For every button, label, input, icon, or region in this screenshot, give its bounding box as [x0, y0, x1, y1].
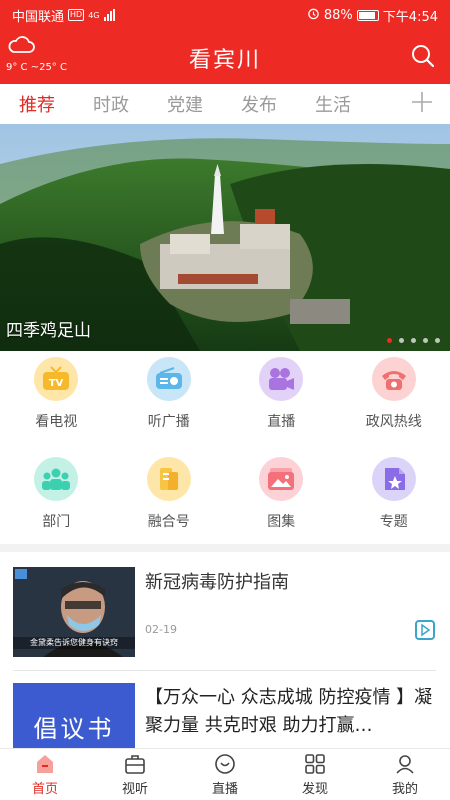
- live-camera-icon: [259, 357, 304, 401]
- tv-icon: TV: [34, 357, 79, 401]
- shortcut-label: 政风热线: [365, 414, 422, 430]
- nav-discover[interactable]: 发现: [270, 749, 360, 800]
- search-button[interactable]: [410, 43, 436, 69]
- discover-grid-icon: [305, 753, 325, 774]
- radio-icon: [146, 357, 191, 401]
- nav-label: 发现: [301, 781, 328, 797]
- nav-label: 直播: [211, 781, 238, 797]
- carousel-dot[interactable]: [423, 338, 428, 343]
- search-icon: [412, 45, 435, 68]
- banner-caption: 四季鸡足山: [6, 321, 91, 341]
- shortcut-media-account[interactable]: 融合号: [113, 451, 226, 541]
- shortcut-department[interactable]: 部门: [0, 451, 113, 541]
- shortcut-label: 看电视: [35, 414, 78, 430]
- news-item[interactable]: 倡议书 【万众一心 众志成城 防控疫情 】凝聚力量 共克时艰 助力打赢…: [0, 680, 450, 750]
- shortcut-live[interactable]: 直播: [225, 351, 338, 451]
- shortcut-label: 图集: [267, 514, 296, 530]
- clock-time: 下午4:54: [382, 9, 438, 25]
- tab-release[interactable]: 发布: [222, 91, 296, 117]
- signal-icon: [103, 9, 115, 21]
- shortcut-grid: TV 看电视 听广播 直播 政风热线 部门 融合号 图集 专题: [0, 351, 450, 541]
- tab-party[interactable]: 党建: [148, 91, 222, 117]
- app-title: 看宾川: [188, 48, 261, 73]
- hd-badge: HD: [68, 9, 85, 21]
- tab-recommend[interactable]: 推荐: [0, 91, 74, 117]
- tab-life[interactable]: 生活: [296, 91, 370, 117]
- news-date: 02-19: [145, 623, 177, 636]
- thumbnail-caption: 金黛柔告诉您健身有诀窍: [30, 638, 118, 647]
- nav-label: 我的: [391, 781, 418, 797]
- video-play-icon: [415, 620, 435, 640]
- nav-media[interactable]: 视听: [90, 749, 180, 800]
- nav-live[interactable]: 直播: [180, 749, 270, 800]
- carousel-dot[interactable]: [435, 338, 440, 343]
- carousel-dot[interactable]: [387, 338, 392, 343]
- shortcut-label: 直播: [267, 414, 296, 430]
- alarm-icon: [307, 7, 320, 24]
- network-label: 4G: [88, 10, 100, 20]
- svg-text:TV: TV: [49, 378, 64, 389]
- department-icon: [34, 457, 79, 501]
- battery-percent: 88%: [323, 7, 353, 23]
- news-title: 【万众一心 众志成城 防控疫情 】凝聚力量 共克时艰 助力打赢…: [145, 687, 433, 736]
- news-divider: [13, 670, 436, 671]
- shortcut-hotline[interactable]: 政风热线: [338, 351, 450, 451]
- news-thumbnail: 倡议书: [13, 683, 135, 750]
- carousel-dot[interactable]: [399, 338, 404, 343]
- hero-banner[interactable]: 四季鸡足山: [0, 124, 450, 351]
- nav-label: 视听: [121, 781, 148, 797]
- category-tabs: 推荐 时政 党建 发布 生活: [0, 84, 450, 124]
- nav-home[interactable]: 首页: [0, 749, 90, 800]
- hotline-phone-icon: [371, 357, 416, 401]
- shortcut-topic[interactable]: 专题: [338, 451, 450, 541]
- media-account-icon: [146, 457, 191, 501]
- shortcut-label: 听广播: [147, 414, 190, 430]
- status-bar: 中国联通 HD 4G 88% 下午4:54: [0, 0, 450, 30]
- app-header: 9° C ~25° C 看宾川: [0, 30, 450, 84]
- home-icon: [37, 754, 53, 773]
- bottom-navigation: 首页 视听 直播 发现 我的: [0, 748, 450, 800]
- plus-icon: [412, 92, 432, 112]
- carrier-label: 中国联通: [12, 9, 65, 25]
- live-icon: [215, 753, 235, 774]
- section-divider: [0, 544, 450, 552]
- profile-icon: [396, 754, 414, 774]
- briefcase-icon: [125, 754, 145, 774]
- shortcut-label: 部门: [42, 514, 71, 530]
- nav-profile[interactable]: 我的: [360, 749, 450, 800]
- news-thumbnail: 金黛柔告诉您健身有诀窍: [13, 567, 135, 657]
- carousel-dots: [387, 338, 440, 343]
- thumbnail-text: 倡议书: [33, 715, 115, 743]
- shortcut-label: 融合号: [147, 514, 190, 530]
- shortcut-tv[interactable]: TV 看电视: [0, 351, 113, 451]
- nav-label: 首页: [31, 781, 58, 797]
- shortcut-gallery[interactable]: 图集: [225, 451, 338, 541]
- topic-icon: [371, 457, 416, 501]
- shortcut-radio[interactable]: 听广播: [113, 351, 226, 451]
- shortcut-label: 专题: [379, 514, 408, 530]
- tab-politics[interactable]: 时政: [74, 91, 148, 117]
- gallery-icon: [259, 457, 304, 501]
- carousel-dot[interactable]: [411, 338, 416, 343]
- news-item[interactable]: 金黛柔告诉您健身有诀窍 新冠病毒防护指南 02-19: [0, 564, 450, 664]
- news-title: 新冠病毒防护指南: [145, 572, 289, 593]
- add-tab-button[interactable]: [410, 90, 434, 114]
- battery-icon: [356, 9, 379, 21]
